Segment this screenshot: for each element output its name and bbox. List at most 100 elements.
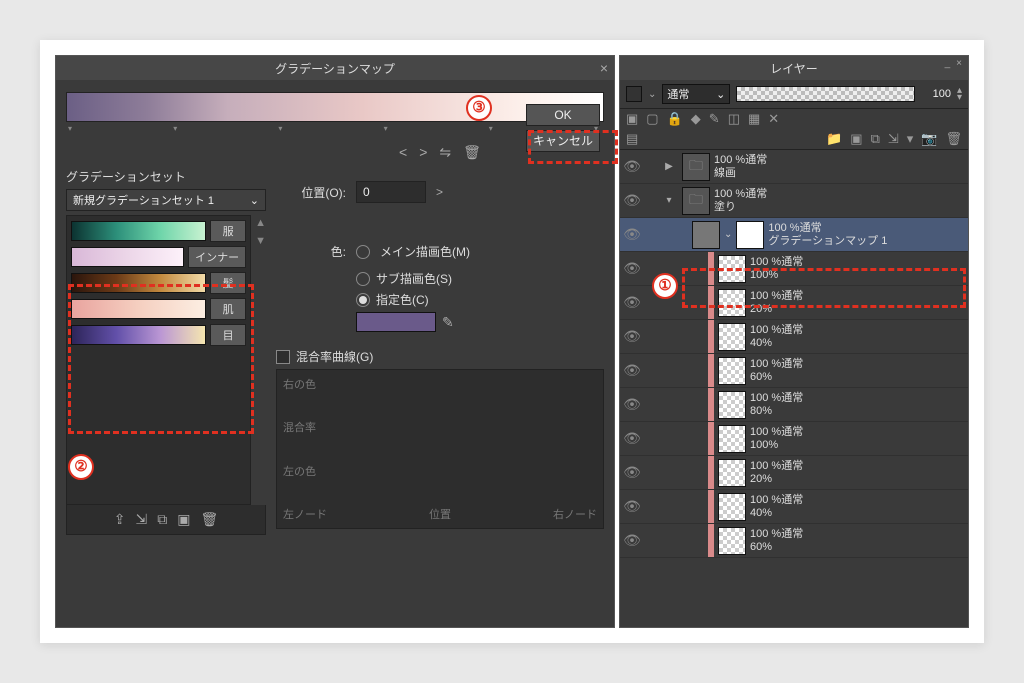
chevron-down-icon: ⌄ (250, 194, 259, 207)
layer-folder[interactable]: 👁 ▾ 🗀 100 %通常 塗り (620, 184, 968, 218)
position-step-icon[interactable]: > (436, 185, 443, 199)
chevron-down-icon[interactable]: ⌄ (648, 89, 656, 100)
next-stop-icon[interactable]: > (419, 144, 427, 161)
preset-row[interactable]: 目 (71, 324, 246, 346)
visibility-toggle[interactable]: 👁 (620, 226, 644, 243)
import-icon[interactable]: ⇪ (114, 511, 126, 528)
gradient-set-selected: 新規グラデーションセット 1 (73, 192, 214, 208)
preset-label: 目 (210, 324, 246, 346)
layer-item[interactable]: 👁 100 %通常40% (620, 490, 968, 524)
clip-indicator (708, 422, 714, 455)
new-raster-icon[interactable]: ⧉ (871, 131, 880, 147)
move-up-icon[interactable]: ▲ (255, 217, 266, 229)
visibility-toggle[interactable]: 👁 (620, 294, 644, 311)
gradient-set-select[interactable]: 新規グラデーションセット 1 ⌄ (66, 189, 266, 211)
gradient-preview-strip[interactable] (66, 92, 604, 122)
move-down-icon[interactable]: ▼ (255, 235, 266, 247)
visibility-toggle[interactable]: 👁 (620, 328, 644, 345)
preset-label: 髪 (210, 272, 246, 294)
layer-thumbnail (718, 357, 746, 385)
visibility-toggle[interactable]: 👁 (620, 430, 644, 447)
visibility-toggle[interactable]: 👁 (620, 362, 644, 379)
ok-button[interactable]: OK (526, 104, 600, 126)
visibility-toggle[interactable]: 👁 (620, 464, 644, 481)
export-icon[interactable]: ⇲ (135, 511, 147, 528)
close-icon[interactable]: × (956, 58, 962, 69)
fx-icon[interactable]: ✕ (768, 111, 779, 127)
curve-checkbox[interactable] (276, 350, 290, 364)
prev-stop-icon[interactable]: < (399, 144, 407, 161)
trash-icon[interactable]: 🗑 (463, 144, 481, 161)
layer-item[interactable]: 👁 100 %通常60% (620, 524, 968, 558)
visibility-toggle[interactable]: 👁 (620, 192, 644, 209)
blend-mode-select[interactable]: 通常 ⌄ (662, 84, 730, 104)
draft-icon[interactable]: ✎ (709, 111, 720, 127)
preset-label: 肌 (210, 298, 246, 320)
position-label: 位置(O): (276, 184, 346, 201)
layer-action-row: ▤ 📁 ▣ ⧉ ⇲ ▾ 📷 🗑 (620, 129, 968, 150)
clip-indicator (708, 286, 714, 319)
duplicate-icon[interactable]: ⧉ (157, 511, 167, 528)
preset-row[interactable]: 髪 (71, 272, 246, 294)
clip-indicator (708, 388, 714, 421)
ref-icon[interactable]: ◆ (691, 111, 701, 127)
camera-icon[interactable]: 📷 (921, 131, 937, 147)
folder-icon: 🗀 (682, 153, 710, 181)
new-layer-icon[interactable]: ▣ (177, 511, 190, 528)
gradient-stop-ticks[interactable] (66, 124, 604, 136)
chevron-down-icon: ⌄ (716, 88, 725, 101)
eyedropper-icon[interactable]: ✎ (442, 314, 454, 331)
chevron-down-icon[interactable]: ▾ (660, 195, 678, 206)
new-folder-icon[interactable]: 📁 (826, 131, 842, 147)
opacity-slider[interactable] (736, 86, 915, 102)
chevron-right-icon[interactable]: ▶ (660, 161, 678, 172)
radio-sub-label: サブ描画色(S) (376, 270, 452, 287)
clip-icon[interactable]: ▣ (626, 111, 638, 127)
layers-panel: レイヤー _ × ⌄ 通常 ⌄ 100 ▴▾ ▣ ▢ 🔒 ◆ ✎ ◫ ▦ (619, 55, 969, 628)
radio-sub-color[interactable] (356, 272, 370, 286)
curve-right-color: 右の色 (283, 376, 597, 392)
clip-indicator (708, 490, 714, 523)
new-layer-icon[interactable]: ▣ (850, 131, 862, 147)
opacity-spinner[interactable]: ▴▾ (957, 87, 962, 101)
visibility-toggle[interactable]: 👁 (620, 158, 644, 175)
radio-fixed-color[interactable] (356, 293, 370, 307)
ruler-icon[interactable]: ◫ (728, 111, 740, 127)
merge-icon[interactable]: ▾ (907, 131, 914, 147)
position-input[interactable]: 0 (356, 181, 426, 203)
palette-icon[interactable]: ▦ (748, 111, 760, 127)
layer-item[interactable]: 👁 100 %通常60% (620, 354, 968, 388)
lock-icon[interactable]: 🔒 (667, 111, 683, 127)
layer-item[interactable]: 👁 100 %通常100% (620, 252, 968, 286)
layer-item[interactable]: 👁 100 %通常80% (620, 388, 968, 422)
color-label: 色: (276, 243, 346, 260)
layer-color-icon[interactable] (626, 86, 642, 102)
preset-row[interactable]: 肌 (71, 298, 246, 320)
trash-icon[interactable]: 🗑 (945, 131, 962, 147)
layer-folder[interactable]: 👁 ▶ 🗀 100 %通常 線画 (620, 150, 968, 184)
visibility-toggle[interactable]: 👁 (620, 532, 644, 549)
close-icon[interactable]: × (600, 60, 608, 76)
layer-item[interactable]: 👁 100 %通常100% (620, 422, 968, 456)
minimize-icon[interactable]: _ (945, 58, 951, 69)
fixed-color-chip[interactable] (356, 312, 436, 332)
clip-indicator (708, 456, 714, 489)
layer-item[interactable]: 👁 100 %通常40% (620, 320, 968, 354)
reverse-icon[interactable]: ⇋ (439, 144, 451, 161)
visibility-toggle[interactable]: 👁 (620, 498, 644, 515)
panel-menu-icon[interactable]: ▤ (626, 131, 638, 147)
mask-icon[interactable]: ▢ (646, 111, 658, 127)
gradient-set-toolbar: ⇪ ⇲ ⧉ ▣ 🗑 (66, 505, 266, 535)
layer-item[interactable]: 👁 100 %通常20% (620, 286, 968, 320)
visibility-toggle[interactable]: 👁 (620, 396, 644, 413)
layer-item[interactable]: 👁 100 %通常20% (620, 456, 968, 490)
preset-row[interactable]: 服 (71, 220, 246, 242)
clip-indicator (708, 524, 714, 557)
layer-gradient-map[interactable]: 👁 ⌄ 100 %通常 グラデーションマップ 1 (620, 218, 968, 252)
trash-icon[interactable]: 🗑 (200, 511, 218, 528)
layer-thumbnail (718, 459, 746, 487)
preset-row[interactable]: インナー (71, 246, 246, 268)
radio-main-color[interactable] (356, 245, 370, 259)
transfer-icon[interactable]: ⇲ (888, 131, 899, 147)
visibility-toggle[interactable]: 👁 (620, 260, 644, 277)
